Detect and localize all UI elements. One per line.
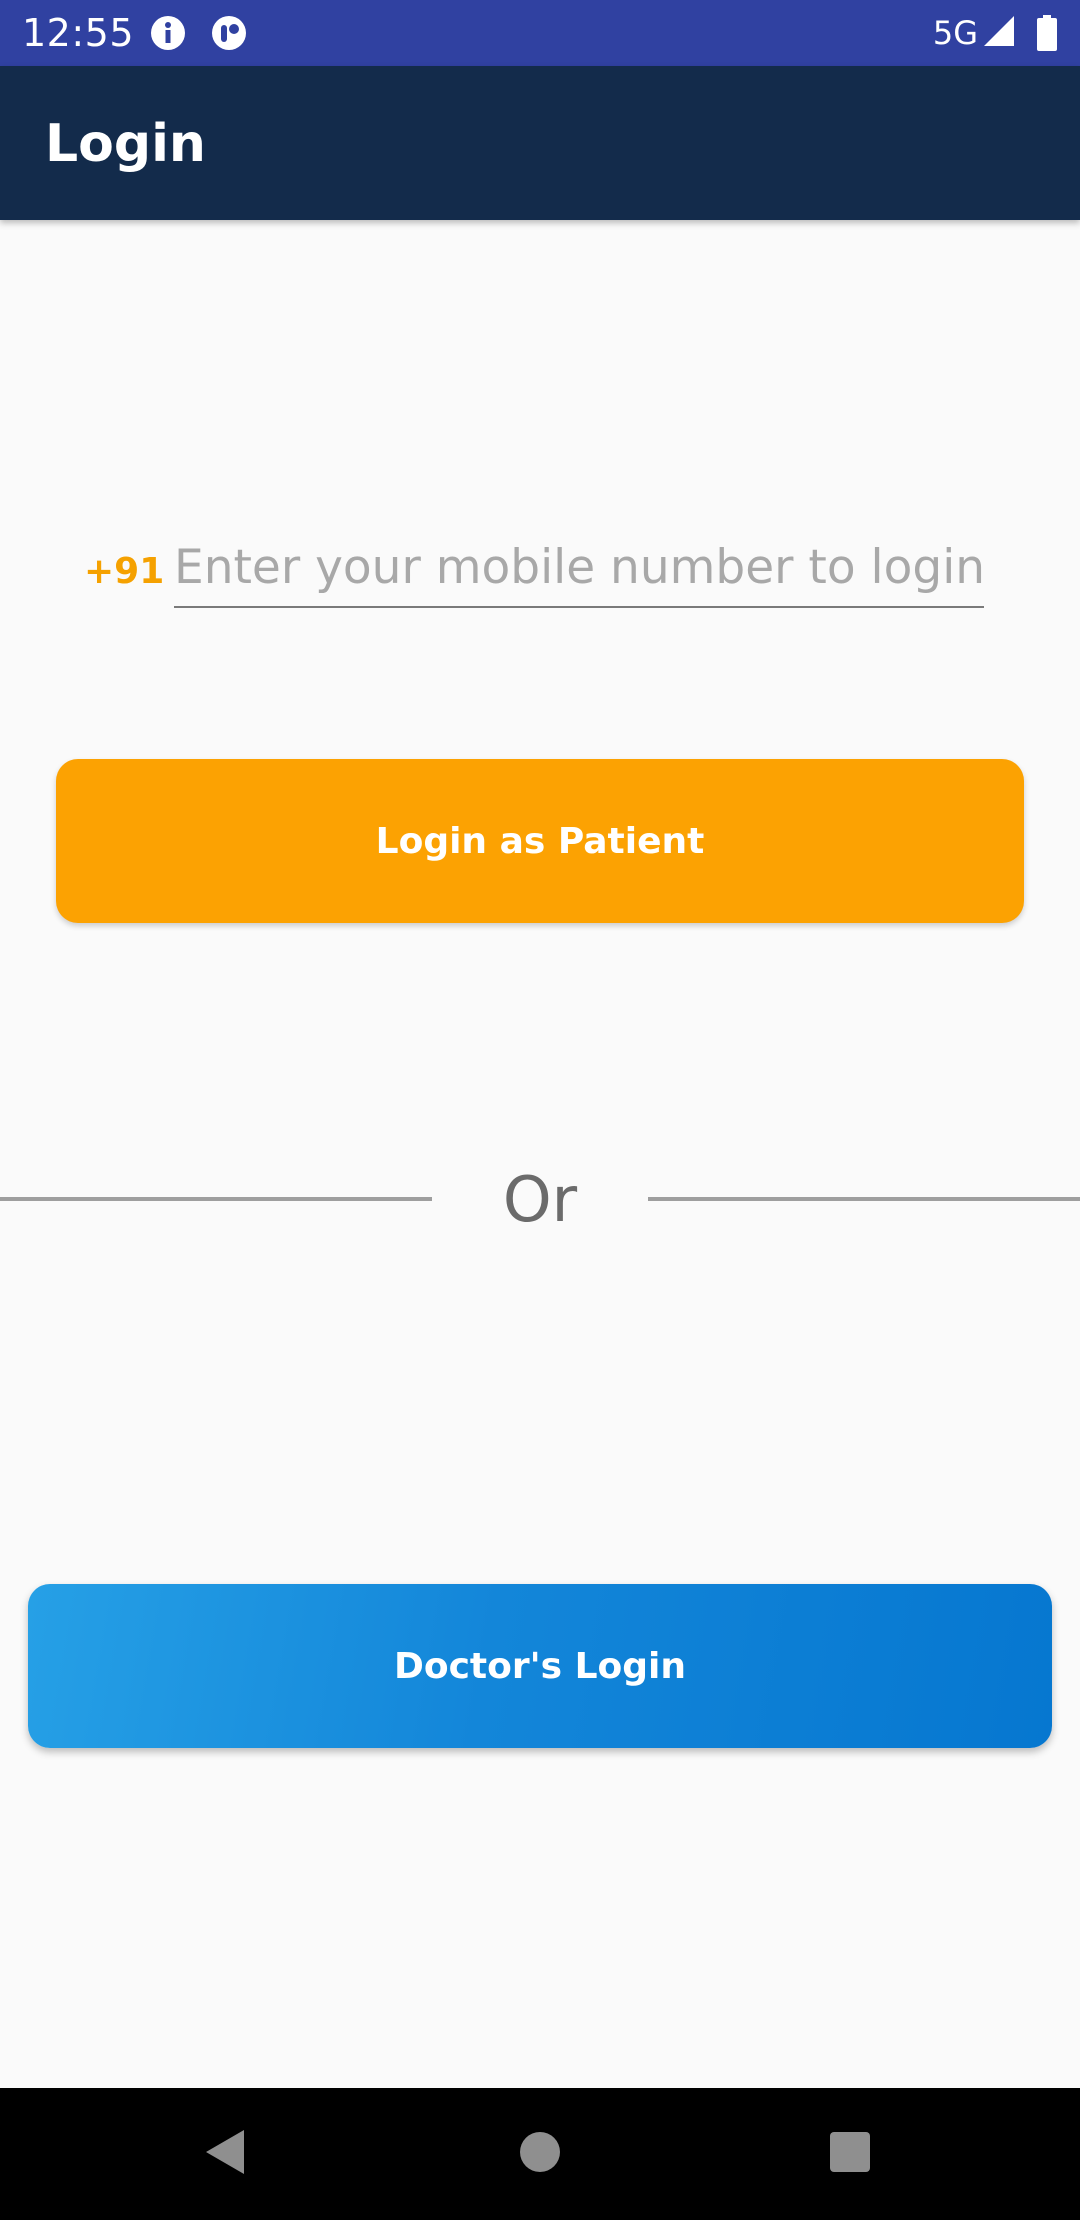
back-button[interactable] [178, 2106, 274, 2202]
battery-icon [1036, 15, 1058, 51]
network-status: 5G [933, 12, 1016, 54]
mobile-number-input[interactable] [174, 528, 984, 608]
app-bar: Login [0, 66, 1080, 220]
back-icon [202, 2126, 250, 2183]
status-bar: 12:55 5G [0, 0, 1080, 66]
app-notification-icon [211, 15, 247, 51]
doctor-login-label: Doctor's Login [393, 1645, 687, 1687]
divider-left [0, 1197, 432, 1201]
login-as-patient-label: Login as Patient [375, 820, 705, 862]
info-icon [150, 15, 186, 51]
or-separator-label: Or [502, 1163, 578, 1236]
navigation-bar [0, 2088, 1080, 2220]
recents-button[interactable] [802, 2106, 898, 2202]
page-title: Login [45, 114, 206, 174]
divider-right [648, 1197, 1080, 1201]
country-code-label: +91 [84, 551, 165, 592]
network-type-label: 5G [932, 14, 978, 52]
status-time: 12:55 [22, 11, 135, 55]
doctor-login-button[interactable]: Doctor's Login [28, 1584, 1052, 1748]
home-button[interactable] [492, 2106, 588, 2202]
signal-icon [982, 14, 1016, 53]
home-icon [518, 2130, 562, 2179]
recents-icon [829, 2131, 871, 2178]
login-as-patient-button[interactable]: Login as Patient [56, 759, 1024, 923]
